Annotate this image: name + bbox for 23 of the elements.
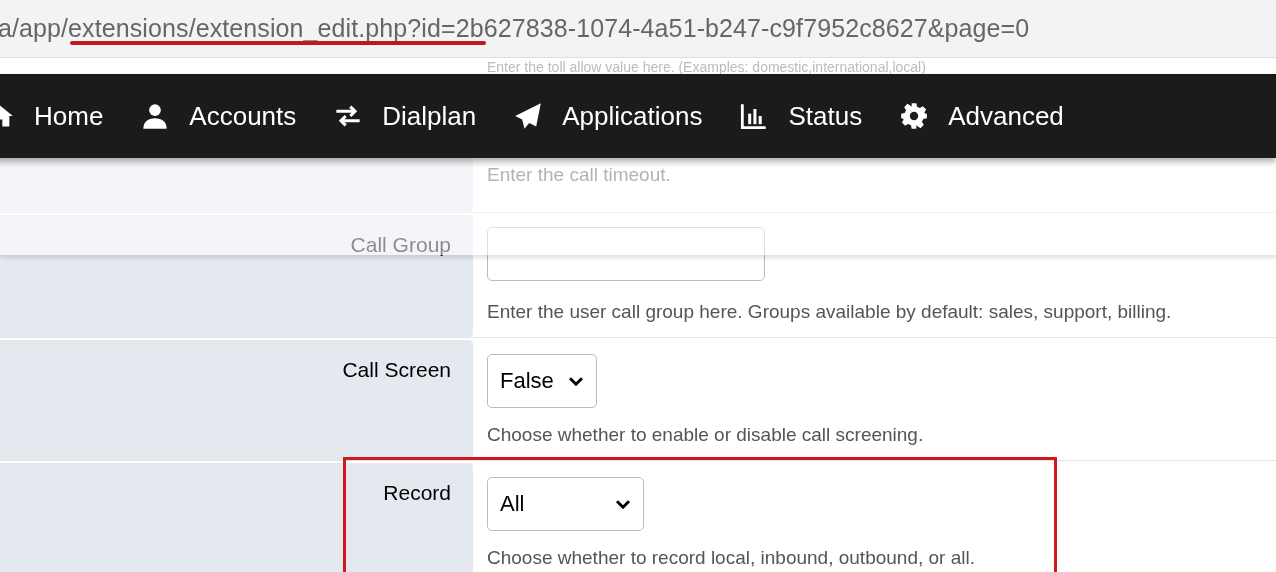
field-label: Call Group	[350, 233, 451, 257]
help-text: Choose whether to enable or disable call screening.	[487, 424, 924, 446]
help-text: Choose whether to record local, inbound, outbound, or all.	[487, 547, 975, 569]
nav-link[interactable]: Advanced	[900, 100, 1064, 132]
user-icon	[141, 102, 170, 130]
field-label: Record	[383, 481, 451, 505]
help-text: Enter the call timeout.	[487, 164, 671, 186]
dropdown[interactable]: False	[487, 354, 597, 408]
nav-link[interactable]: Home	[0, 100, 104, 132]
nav-link[interactable]: Dialplan	[334, 100, 477, 132]
caret-icon	[568, 375, 584, 387]
dropdown[interactable]: All	[487, 477, 644, 531]
caret-icon	[615, 498, 631, 510]
bar-chart-icon	[740, 102, 769, 130]
help-text: Enter the toll allow value here. (Examples: domestic,international,local)	[487, 60, 926, 74]
nav-link[interactable]: Applications	[514, 100, 703, 132]
paper-plane-icon	[514, 102, 543, 130]
gear-icon	[900, 102, 929, 130]
nav-link[interactable]: Accounts	[141, 100, 297, 132]
input-field[interactable]	[487, 227, 765, 281]
nav-link[interactable]: Status	[740, 100, 863, 132]
help-text: Enter the user call group here. Groups available by default: sales, support, billing.	[487, 301, 1172, 323]
field-label: Call Screen	[342, 358, 451, 382]
